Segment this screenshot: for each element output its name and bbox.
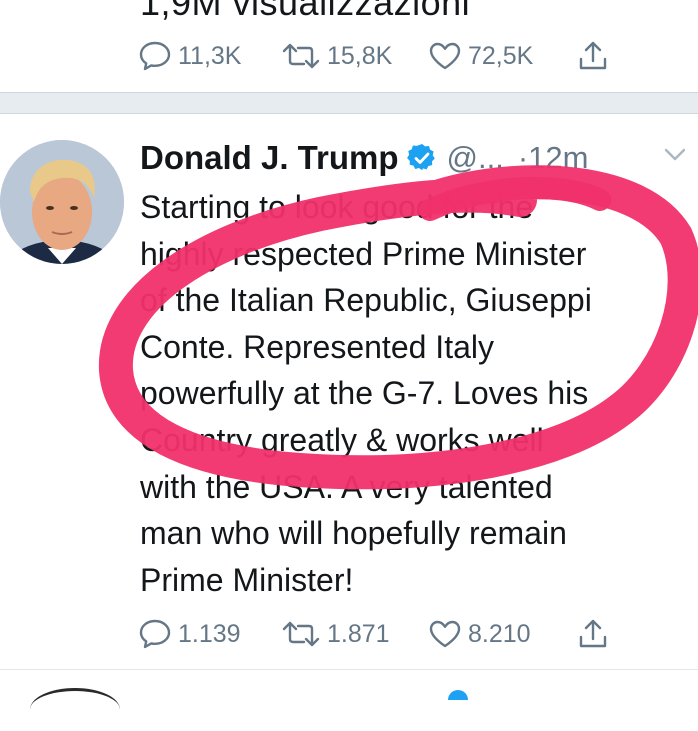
timestamp[interactable]: ·12m bbox=[518, 140, 589, 176]
display-name[interactable]: Donald J. Trump bbox=[140, 139, 399, 177]
handle[interactable]: @... bbox=[447, 140, 504, 176]
tweet-text-line: powerfully at the G-7. Loves his bbox=[140, 375, 589, 412]
like-count: 72,5K bbox=[468, 41, 534, 70]
like-count: 8.210 bbox=[468, 619, 531, 648]
previous-tweet-cut-text: 1,9M visualizzazioni bbox=[140, 0, 471, 23]
previous-retweet-button[interactable]: 15,8K bbox=[281, 41, 392, 71]
previous-like-button[interactable]: 72,5K bbox=[428, 41, 533, 71]
heart-icon bbox=[428, 41, 462, 71]
retweet-count: 15,8K bbox=[327, 41, 393, 70]
retweet-icon bbox=[281, 41, 321, 71]
like-button[interactable]: 8.210 bbox=[428, 619, 531, 649]
retweet-icon bbox=[281, 619, 321, 649]
timeline-separator bbox=[0, 92, 698, 114]
previous-tweet-action-bar: 11,3K 15,8K 72,5K bbox=[138, 36, 618, 76]
previous-reply-button[interactable]: 11,3K bbox=[138, 40, 241, 72]
tweet-divider bbox=[0, 669, 698, 670]
tweet-text-line: highly respected Prime Minister bbox=[140, 235, 587, 272]
share-icon bbox=[576, 617, 610, 651]
tweet-action-bar: 1.139 1.871 8.210 bbox=[138, 614, 618, 654]
reply-count: 11,3K bbox=[178, 41, 242, 70]
share-icon bbox=[576, 39, 610, 73]
tweet-text: Starting to look good for the highly res… bbox=[140, 184, 696, 603]
previous-share-button[interactable] bbox=[576, 39, 610, 73]
tweet-text-line: with the USA. A very talented bbox=[140, 468, 553, 505]
retweet-count: 1.871 bbox=[327, 619, 390, 648]
reply-button[interactable]: 1.139 bbox=[138, 618, 241, 650]
tweet-text-line: man who will hopefully remain bbox=[140, 515, 567, 552]
retweet-button[interactable]: 1.871 bbox=[281, 619, 390, 649]
tweet-text-line: Starting to look good for the bbox=[140, 189, 534, 225]
heart-icon bbox=[428, 619, 462, 649]
reply-icon bbox=[138, 40, 172, 72]
tweet-header: Donald J. Trump @... ·12m bbox=[140, 136, 698, 180]
avatar[interactable] bbox=[0, 140, 124, 264]
reply-count: 1.139 bbox=[178, 619, 241, 648]
share-button[interactable] bbox=[576, 617, 610, 651]
tweet-text-line: of the Italian Republic, Giuseppi bbox=[140, 282, 592, 319]
reply-icon bbox=[138, 618, 172, 650]
verified-badge-icon bbox=[406, 143, 437, 173]
next-tweet-verified-badge-icon bbox=[448, 690, 468, 700]
tweet-text-line: Country greatly & works well bbox=[140, 421, 544, 458]
chevron-down-icon[interactable] bbox=[664, 148, 686, 167]
tweet-text-line: Conte. Represented Italy bbox=[140, 328, 494, 365]
next-tweet-avatar[interactable] bbox=[30, 688, 120, 731]
tweet-text-line: Prime Minister! bbox=[140, 561, 354, 598]
